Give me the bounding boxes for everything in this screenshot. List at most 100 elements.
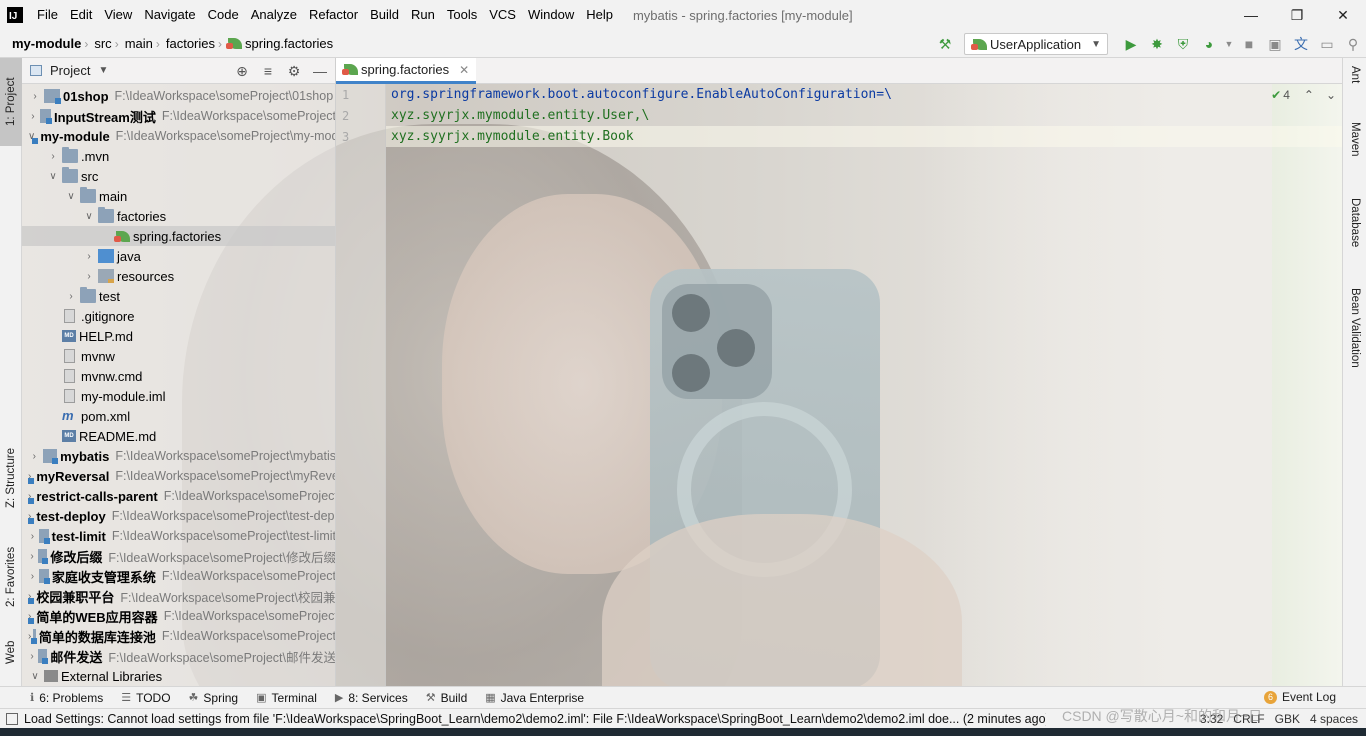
locate-file-icon[interactable]: ⊕ [229,63,255,80]
chevron-right-icon[interactable]: › [28,551,36,562]
tree-row[interactable]: MD HELP.md [22,326,335,346]
bottom-tool-terminal[interactable]: ▣ Terminal [256,691,317,705]
chevron-right-icon[interactable]: › [28,571,37,582]
tab-database[interactable]: Database [1343,194,1366,278]
restore-icon[interactable]: ❐ [1274,0,1320,30]
menu-vcs[interactable]: VCS [483,0,522,30]
tree-row[interactable]: › 邮件发送 F:\IdeaWorkspace\someProject\邮件发送 [22,646,335,666]
tab-ant[interactable]: Ant [1343,62,1366,112]
tree-row[interactable]: › 家庭收支管理系统 F:\IdeaWorkspace\someProject [22,566,335,586]
menu-analyze[interactable]: Analyze [245,0,303,30]
menu-run[interactable]: Run [405,0,441,30]
chevron-right-icon[interactable]: › [64,291,78,302]
tree-row[interactable]: › 简单的WEB应用容器 F:\IdeaWorkspace\someProject [22,606,335,626]
close-icon[interactable]: ✕ [1320,0,1366,30]
run-configuration-select[interactable]: UserApplication ▼ [964,33,1108,55]
event-log-button[interactable]: 6 Event Log [1263,690,1336,704]
presentation-icon[interactable]: ▭ [1314,30,1340,58]
menu-tools[interactable]: Tools [441,0,483,30]
menu-help[interactable]: Help [580,0,619,30]
code-line[interactable]: xyz.syyrjx.mymodule.entity.User,\ [391,108,649,123]
next-highlight-icon[interactable]: ⌄ [1326,88,1336,102]
chevron-down-icon[interactable]: ∨ [46,171,60,182]
tree-row[interactable]: m pom.xml [22,406,335,426]
tree-row[interactable]: › myReversal F:\IdeaWorkspace\someProject\… [22,466,335,486]
tree-row[interactable]: › mybatis F:\IdeaWorkspace\someProject\myb… [22,446,335,466]
tab-favorites[interactable]: 2: Favorites [0,532,22,622]
tree-row[interactable]: › resources [22,266,335,286]
tree-row[interactable]: › 01shop F:\IdeaWorkspace\someProject\01sh… [22,86,335,106]
debug-icon[interactable]: ✸ [1144,30,1170,58]
chevron-down-icon[interactable]: ∨ [64,191,78,202]
bottom-tool-java-enterprise[interactable]: ▦ Java Enterprise [485,691,584,705]
hide-panel-icon[interactable]: — [307,63,333,79]
project-panel-title[interactable]: Project [50,63,90,78]
tree-row[interactable]: › restrict-calls-parent F:\IdeaWorkspace\s… [22,486,335,506]
tree-row[interactable]: › 修改后缀 F:\IdeaWorkspace\someProject\修改后缀 [22,546,335,566]
chevron-right-icon[interactable]: › [28,651,36,662]
tree-row[interactable]: mvnw [22,346,335,366]
tree-row[interactable]: spring.factories [22,226,335,246]
tree-row[interactable]: ∨ my-module F:\IdeaWorkspace\someProject\m… [22,126,335,146]
minimize-icon[interactable]: — [1228,0,1274,30]
chevron-right-icon[interactable]: › [46,151,60,162]
chevron-down-icon[interactable]: ∨ [82,211,96,222]
menu-code[interactable]: Code [202,0,245,30]
tree-row[interactable]: mvnw.cmd [22,366,335,386]
tree-row[interactable]: › java [22,246,335,266]
menu-file[interactable]: File [31,0,64,30]
tab-structure[interactable]: Z: Structure [0,430,22,526]
tree-row[interactable]: ∨ factories [22,206,335,226]
tree-row[interactable]: › 简单的数据库连接池 F:\IdeaWorkspace\someProject [22,626,335,646]
tree-row[interactable]: MD README.md [22,426,335,446]
tab-bean-validation[interactable]: Bean Validation [1343,284,1366,404]
tree-row[interactable]: my-module.iml [22,386,335,406]
tree-row[interactable]: › test-deploy F:\IdeaWorkspace\someProject… [22,506,335,526]
tab-maven[interactable]: Maven [1343,118,1366,188]
chevron-right-icon[interactable]: › [28,111,38,122]
search-everywhere-icon[interactable]: ⚲ [1340,30,1366,58]
tree-row[interactable]: ∨ src [22,166,335,186]
more-run-options-icon[interactable]: ▼ [1222,30,1236,58]
run-icon[interactable]: ▶ [1118,30,1144,58]
menu-refactor[interactable]: Refactor [303,0,364,30]
bottom-tool-spring[interactable]: ☘ Spring [189,691,239,705]
tab-project[interactable]: 1: Project [0,58,22,146]
coverage-icon[interactable]: ⛨ [1170,30,1196,58]
inspection-widget[interactable]: ✔ 4 ⌃ ⌄ [1265,88,1336,102]
tree-row[interactable]: ∨ External Libraries [22,666,335,686]
intellij-logo-icon[interactable]: IJ [7,7,23,23]
tab-web[interactable]: Web [0,628,22,676]
tree-row[interactable]: › test [22,286,335,306]
collapse-all-icon[interactable]: ≡ [255,63,281,79]
chevron-right-icon[interactable]: › [82,271,96,282]
build-hammer-icon[interactable]: ⚒ [932,30,958,58]
translate-icon[interactable]: 文 [1288,30,1314,58]
menu-navigate[interactable]: Navigate [138,0,201,30]
breadcrumb-module[interactable]: my-module [0,36,84,51]
tool-windows-icon[interactable] [6,712,18,725]
profile-icon[interactable]: ◕ [1196,30,1222,58]
tree-row[interactable]: › .mvn [22,146,335,166]
status-message[interactable]: Load Settings: Cannot load settings from… [6,712,1046,726]
tree-row[interactable]: .gitignore [22,306,335,326]
breadcrumb-src[interactable]: src [88,36,114,51]
previous-highlight-icon[interactable]: ⌃ [1304,88,1314,102]
chevron-right-icon[interactable]: › [28,531,37,542]
stop-icon[interactable]: ■ [1236,30,1262,58]
tree-row[interactable]: ›校园兼职平台F:\IdeaWorkspace\someProject\校园兼职… [22,586,335,606]
bottom-tool-8-services[interactable]: ▶ 8: Services [335,691,408,705]
tree-row[interactable]: › test-limit F:\IdeaWorkspace\someProject\… [22,526,335,546]
code-line[interactable]: org.springframework.boot.autoconfigure.E… [391,87,892,102]
tree-row[interactable]: › InputStream测试 F:\IdeaWorkspace\someProje… [22,106,335,126]
code-line[interactable]: xyz.syyrjx.mymodule.entity.Book [391,129,634,144]
menu-build[interactable]: Build [364,0,405,30]
breadcrumb-file[interactable]: spring.factories [222,36,336,51]
chevron-right-icon[interactable]: › [82,251,96,262]
bottom-tool-6-problems[interactable]: ℹ 6: Problems [30,691,103,705]
chevron-right-icon[interactable]: › [28,91,42,102]
close-tab-icon[interactable]: ✕ [459,63,469,77]
gear-icon[interactable]: ⚙ [281,63,307,80]
bottom-tool-todo[interactable]: ☰ TODO [121,691,170,705]
breadcrumb-factories[interactable]: factories [160,36,218,51]
